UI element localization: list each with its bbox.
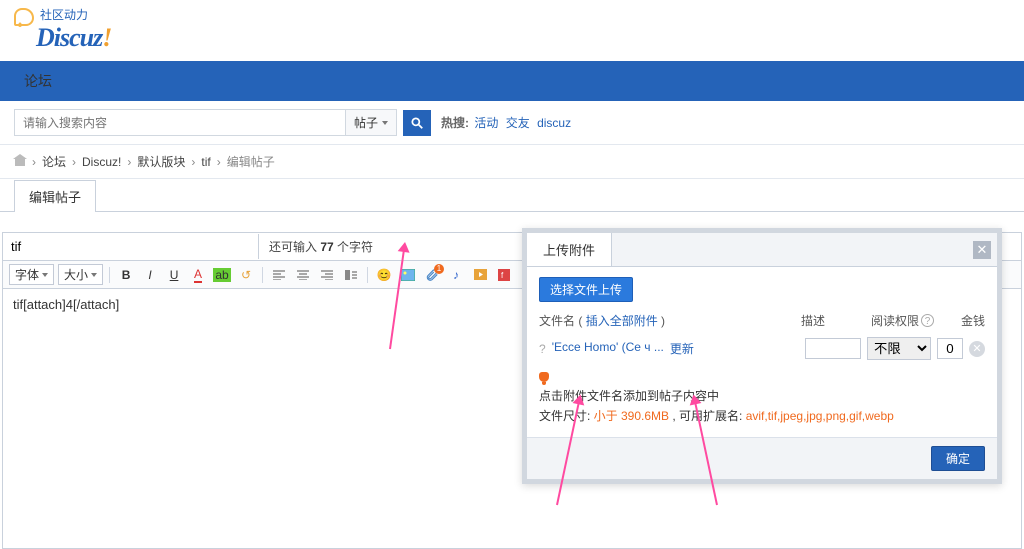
- dialog-close-button[interactable]: ✕: [973, 241, 991, 259]
- breadcrumb: › 论坛› Discuz!› 默认版块› tif› 编辑帖子: [0, 145, 1024, 179]
- font-size-select[interactable]: 大小: [58, 264, 103, 285]
- home-icon[interactable]: [14, 156, 26, 167]
- search-input[interactable]: [15, 110, 345, 135]
- crumb[interactable]: 论坛: [42, 153, 66, 170]
- file-type-icon: ?: [539, 342, 546, 356]
- post-title-input[interactable]: [3, 234, 259, 259]
- hot-link[interactable]: discuz: [537, 116, 571, 130]
- file-perm-select[interactable]: 不限: [867, 337, 931, 360]
- align-left-button[interactable]: [269, 266, 289, 284]
- page-tabs: 编辑帖子: [0, 179, 1024, 212]
- upload-tips: 点击附件文件名添加到帖子内容中 文件尺寸: 小于 390.6MB , 可用扩展名…: [539, 386, 985, 427]
- font-family-select[interactable]: 字体: [9, 264, 54, 285]
- file-desc-input[interactable]: [805, 338, 861, 359]
- align-center-button[interactable]: [293, 266, 313, 284]
- bell-icon: [539, 372, 549, 382]
- emoji-button[interactable]: 😊: [374, 266, 394, 284]
- file-name-link[interactable]: 'Ecce Homo' (Се ч ...: [552, 340, 664, 357]
- underline-button[interactable]: U: [164, 266, 184, 284]
- bold-button[interactable]: B: [116, 266, 136, 284]
- hot-searches: 热搜: 活动 交友 discuz: [441, 114, 573, 131]
- chevron-down-icon: [42, 273, 48, 277]
- music-button[interactable]: ♪: [446, 266, 466, 284]
- float-button[interactable]: [341, 266, 361, 284]
- main-nav: 论坛: [0, 61, 1024, 101]
- char-remaining: 还可输入 77 个字符: [259, 233, 383, 260]
- crumb[interactable]: Discuz!: [82, 155, 121, 169]
- dialog-tab-upload[interactable]: 上传附件: [527, 233, 612, 266]
- font-color-button[interactable]: A: [188, 266, 208, 284]
- align-right-button[interactable]: [317, 266, 337, 284]
- insert-all-link[interactable]: 插入全部附件: [586, 314, 658, 328]
- nav-forum[interactable]: 论坛: [18, 67, 58, 95]
- dialog-ok-button[interactable]: 确定: [931, 446, 985, 471]
- crumb[interactable]: tif: [201, 155, 210, 169]
- col-desc: 描述: [801, 312, 871, 329]
- crumb-current: 编辑帖子: [227, 153, 275, 170]
- search-bar: 帖子 热搜: 活动 交友 discuz: [0, 101, 1024, 145]
- site-header: 社区动力 Discuz!: [0, 0, 1024, 61]
- tab-edit-post[interactable]: 编辑帖子: [14, 180, 96, 212]
- logo-bubble-icon: [14, 8, 34, 26]
- col-filename: 文件名 ( 插入全部附件 ): [539, 312, 801, 329]
- video-button[interactable]: [470, 266, 490, 284]
- col-money: 金钱: [945, 312, 985, 329]
- flash-button[interactable]: f: [494, 266, 514, 284]
- search-type-select[interactable]: 帖子: [345, 110, 396, 135]
- help-icon[interactable]: ?: [921, 314, 934, 327]
- search-button[interactable]: [403, 110, 431, 136]
- col-perm: 阅读权限?: [871, 312, 945, 329]
- clear-format-button[interactable]: ↺: [236, 266, 256, 284]
- search-icon: [410, 116, 424, 130]
- file-delete-button[interactable]: ✕: [969, 341, 985, 357]
- hot-link[interactable]: 活动: [474, 116, 498, 130]
- highlight-button[interactable]: ab: [212, 266, 232, 284]
- hot-link[interactable]: 交友: [506, 116, 530, 130]
- choose-file-button[interactable]: 选择文件上传: [539, 277, 633, 302]
- upload-dialog: 上传附件 ✕ 选择文件上传 文件名 ( 插入全部附件 ) 描述 阅读权限? 金钱…: [522, 228, 1002, 484]
- chevron-down-icon: [382, 121, 388, 125]
- crumb[interactable]: 默认版块: [137, 153, 185, 170]
- site-logo[interactable]: 社区动力 Discuz!: [14, 8, 111, 53]
- file-update-link[interactable]: 更新: [670, 340, 694, 357]
- file-money-input[interactable]: [937, 338, 963, 359]
- file-row: ? 'Ecce Homo' (Се ч ... 更新 不限 ✕: [539, 337, 985, 360]
- logo-tagline: 社区动力: [40, 6, 111, 23]
- logo-text: Discuz!: [36, 23, 111, 53]
- chevron-down-icon: [91, 273, 97, 277]
- italic-button[interactable]: I: [140, 266, 160, 284]
- attachment-button[interactable]: 1: [422, 266, 442, 284]
- attachment-badge: 1: [434, 264, 444, 274]
